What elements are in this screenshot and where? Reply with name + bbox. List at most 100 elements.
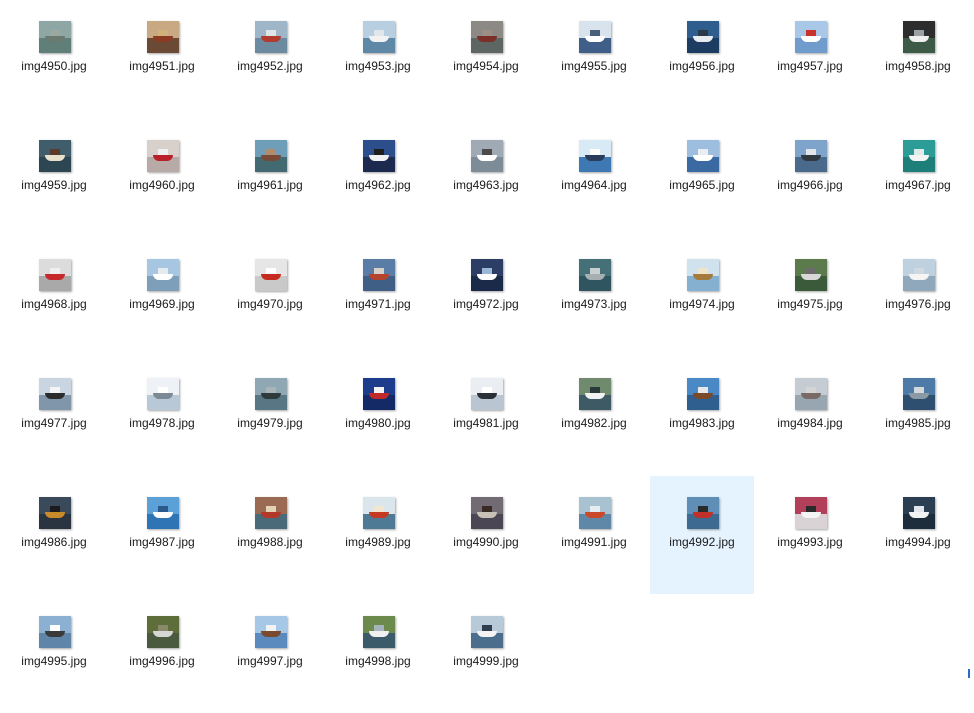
- file-item[interactable]: img4991.jpg: [542, 476, 646, 594]
- file-name-label: img4977.jpg: [21, 416, 87, 430]
- image-thumbnail-icon: [39, 616, 71, 648]
- image-thumbnail-icon: [147, 497, 179, 529]
- file-item[interactable]: img4990.jpg: [434, 476, 538, 594]
- image-thumbnail-icon: [687, 497, 719, 529]
- file-item[interactable]: img4965.jpg: [650, 119, 754, 237]
- file-name-label: img4993.jpg: [777, 535, 843, 549]
- file-item[interactable]: img4954.jpg: [434, 0, 538, 118]
- image-thumbnail-icon: [795, 497, 827, 529]
- file-item[interactable]: img4950.jpg: [2, 0, 106, 118]
- image-thumbnail-icon: [471, 140, 503, 172]
- file-item[interactable]: img4999.jpg: [434, 595, 538, 713]
- file-name-label: img4992.jpg: [669, 535, 735, 549]
- file-item[interactable]: img4956.jpg: [650, 0, 754, 118]
- file-name-label: img4958.jpg: [885, 59, 951, 73]
- image-thumbnail-icon: [471, 497, 503, 529]
- file-item[interactable]: img4982.jpg: [542, 357, 646, 475]
- scrollbar-indicator[interactable]: [968, 669, 970, 678]
- image-thumbnail-icon: [255, 21, 287, 53]
- file-item[interactable]: img4951.jpg: [110, 0, 214, 118]
- file-item[interactable]: img4960.jpg: [110, 119, 214, 237]
- image-thumbnail-icon: [687, 140, 719, 172]
- file-name-label: img4961.jpg: [237, 178, 303, 192]
- image-thumbnail-icon: [903, 140, 935, 172]
- file-item[interactable]: img4987.jpg: [110, 476, 214, 594]
- image-thumbnail-icon: [795, 259, 827, 291]
- file-item[interactable]: img4977.jpg: [2, 357, 106, 475]
- file-name-label: img4988.jpg: [237, 535, 303, 549]
- file-item[interactable]: img4981.jpg: [434, 357, 538, 475]
- file-item[interactable]: img4979.jpg: [218, 357, 322, 475]
- file-name-label: img4951.jpg: [129, 59, 195, 73]
- file-item[interactable]: img4975.jpg: [758, 238, 862, 356]
- file-item[interactable]: img4963.jpg: [434, 119, 538, 237]
- file-name-label: img4971.jpg: [345, 297, 411, 311]
- file-item[interactable]: img4983.jpg: [650, 357, 754, 475]
- file-item[interactable]: img4985.jpg: [866, 357, 970, 475]
- file-item[interactable]: img4986.jpg: [2, 476, 106, 594]
- file-icon-grid: img4950.jpg img4951.jpg img4952.jpg img4953…: [0, 0, 974, 678]
- file-item[interactable]: img4972.jpg: [434, 238, 538, 356]
- image-thumbnail-icon: [147, 259, 179, 291]
- image-thumbnail-icon: [903, 378, 935, 410]
- file-item[interactable]: img4969.jpg: [110, 238, 214, 356]
- image-thumbnail-icon: [903, 21, 935, 53]
- file-name-label: img4976.jpg: [885, 297, 951, 311]
- file-item[interactable]: img4959.jpg: [2, 119, 106, 237]
- image-thumbnail-icon: [39, 259, 71, 291]
- file-item[interactable]: img4994.jpg: [866, 476, 970, 594]
- file-name-label: img4952.jpg: [237, 59, 303, 73]
- file-name-label: img4982.jpg: [561, 416, 627, 430]
- file-item[interactable]: img4964.jpg: [542, 119, 646, 237]
- file-item[interactable]: img4970.jpg: [218, 238, 322, 356]
- image-thumbnail-icon: [255, 497, 287, 529]
- file-item[interactable]: img4976.jpg: [866, 238, 970, 356]
- file-item[interactable]: img4992.jpg: [650, 476, 754, 594]
- image-thumbnail-icon: [363, 497, 395, 529]
- image-thumbnail-icon: [471, 378, 503, 410]
- image-thumbnail-icon: [255, 378, 287, 410]
- file-name-label: img4967.jpg: [885, 178, 951, 192]
- file-item[interactable]: img4958.jpg: [866, 0, 970, 118]
- file-item[interactable]: img4962.jpg: [326, 119, 430, 237]
- file-name-label: img4997.jpg: [237, 654, 303, 668]
- file-item[interactable]: img4988.jpg: [218, 476, 322, 594]
- file-item[interactable]: img4971.jpg: [326, 238, 430, 356]
- file-item[interactable]: img4996.jpg: [110, 595, 214, 713]
- image-thumbnail-icon: [579, 259, 611, 291]
- file-item[interactable]: img4978.jpg: [110, 357, 214, 475]
- file-name-label: img4972.jpg: [453, 297, 519, 311]
- file-item[interactable]: img4997.jpg: [218, 595, 322, 713]
- image-thumbnail-icon: [363, 378, 395, 410]
- image-thumbnail-icon: [687, 21, 719, 53]
- file-item[interactable]: img4984.jpg: [758, 357, 862, 475]
- file-item[interactable]: img4989.jpg: [326, 476, 430, 594]
- file-item[interactable]: img4968.jpg: [2, 238, 106, 356]
- file-name-label: img4968.jpg: [21, 297, 87, 311]
- file-name-label: img4950.jpg: [21, 59, 87, 73]
- file-item[interactable]: img4995.jpg: [2, 595, 106, 713]
- file-item[interactable]: img4974.jpg: [650, 238, 754, 356]
- file-item[interactable]: img4980.jpg: [326, 357, 430, 475]
- file-item[interactable]: img4953.jpg: [326, 0, 430, 118]
- file-item[interactable]: img4952.jpg: [218, 0, 322, 118]
- file-item[interactable]: img4998.jpg: [326, 595, 430, 713]
- file-name-label: img4990.jpg: [453, 535, 519, 549]
- file-item[interactable]: img4966.jpg: [758, 119, 862, 237]
- image-thumbnail-icon: [39, 497, 71, 529]
- file-item[interactable]: img4993.jpg: [758, 476, 862, 594]
- file-name-label: img4954.jpg: [453, 59, 519, 73]
- file-name-label: img4986.jpg: [21, 535, 87, 549]
- file-item[interactable]: img4967.jpg: [866, 119, 970, 237]
- file-item[interactable]: img4961.jpg: [218, 119, 322, 237]
- file-name-label: img4970.jpg: [237, 297, 303, 311]
- file-item[interactable]: img4955.jpg: [542, 0, 646, 118]
- file-name-label: img4966.jpg: [777, 178, 843, 192]
- file-item[interactable]: img4957.jpg: [758, 0, 862, 118]
- file-item[interactable]: img4973.jpg: [542, 238, 646, 356]
- image-thumbnail-icon: [471, 21, 503, 53]
- image-thumbnail-icon: [39, 140, 71, 172]
- image-thumbnail-icon: [363, 21, 395, 53]
- image-thumbnail-icon: [471, 616, 503, 648]
- image-thumbnail-icon: [363, 259, 395, 291]
